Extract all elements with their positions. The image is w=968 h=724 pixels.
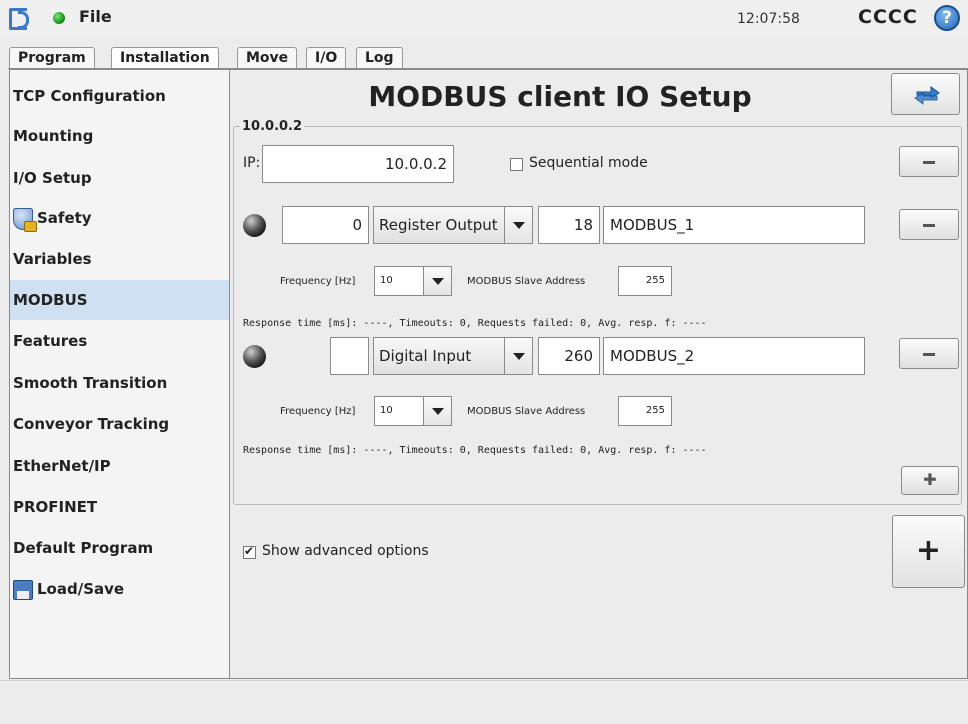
ur-logo-icon — [9, 8, 29, 30]
sidebar-item-conveyor-tracking[interactable]: Conveyor Tracking — [10, 404, 229, 444]
tab-log[interactable]: Log — [356, 47, 403, 69]
sidebar-item-label: PROFINET — [13, 498, 98, 516]
signal-1-frequency-dropdown[interactable]: 10 — [374, 266, 452, 296]
signal-2-frequency-value: 10 — [380, 405, 393, 416]
sidebar-item-label: MODBUS — [13, 291, 88, 309]
signal-2-slave-address-label: MODBUS Slave Address — [467, 406, 586, 417]
signal-1-value-field[interactable]: 0 — [282, 206, 369, 244]
top-bar: File 12:07:58 CCCC ? — [0, 0, 968, 36]
chevron-down-icon — [504, 207, 532, 243]
sidebar-item-smooth-transition[interactable]: Smooth Transition — [10, 363, 229, 403]
add-unit-button[interactable]: + — [892, 515, 965, 588]
sidebar-item-tcp-configuration[interactable]: TCP Configuration — [10, 76, 229, 116]
refresh-button[interactable] — [891, 73, 960, 115]
sidebar-item-profinet[interactable]: PROFINET — [10, 487, 229, 527]
ip-address-field[interactable]: 10.0.0.2 — [262, 145, 454, 183]
bottom-bar — [0, 680, 968, 724]
signal-1-type-value: Register Output — [379, 216, 498, 234]
sidebar-item-label: I/O Setup — [13, 169, 92, 187]
signal-2-address-field[interactable]: 260 — [538, 337, 600, 375]
tab-program[interactable]: Program — [9, 47, 95, 69]
chevron-down-icon — [504, 338, 532, 374]
signal-2-type-dropdown[interactable]: Digital Input — [373, 337, 533, 375]
signal-1-frequency-label: Frequency [Hz] — [280, 276, 356, 287]
sidebar-item-label: EtherNet/IP — [13, 457, 111, 475]
signal-2-type-value: Digital Input — [379, 347, 472, 365]
help-icon[interactable]: ? — [934, 5, 960, 31]
sidebar-item-label: Safety — [37, 209, 92, 227]
sidebar-item-mounting[interactable]: Mounting — [10, 116, 229, 156]
signal-1-address-field[interactable]: 18 — [538, 206, 600, 244]
sequential-mode-label: Sequential mode — [529, 155, 648, 171]
remove-signal-1-button[interactable] — [899, 209, 959, 240]
signal-2-slave-address-field[interactable]: 255 — [618, 396, 672, 426]
robot-name: CCCC — [858, 6, 918, 28]
chevron-down-icon — [423, 267, 451, 295]
signal-2-status-led-icon — [243, 345, 266, 368]
sidebar-item-ethernet-ip[interactable]: EtherNet/IP — [10, 446, 229, 486]
ip-label: IP: — [243, 155, 261, 171]
group-title: 10.0.0.2 — [240, 119, 305, 134]
plus-icon: ✚ — [923, 470, 937, 489]
signal-2-response-status: Response time [ms]: ----, Timeouts: 0, R… — [243, 445, 707, 456]
signal-1-response-status: Response time [ms]: ----, Timeouts: 0, R… — [243, 318, 707, 329]
sequential-mode-checkbox[interactable] — [510, 158, 523, 171]
signal-2-value-field — [330, 337, 369, 375]
robot-status-icon — [53, 12, 65, 24]
sidebar-item-load-save[interactable]: Load/Save — [10, 569, 229, 609]
signal-1-name-field[interactable]: MODBUS_1 — [603, 206, 865, 244]
tab-move[interactable]: Move — [237, 47, 298, 69]
signal-2-name-field[interactable]: MODBUS_2 — [603, 337, 865, 375]
sidebar-item-variables[interactable]: Variables — [10, 239, 229, 279]
signal-2-frequency-dropdown[interactable]: 10 — [374, 396, 452, 426]
sidebar-item-label: Default Program — [13, 539, 154, 557]
chevron-down-icon — [423, 397, 451, 425]
sidebar-item-modbus[interactable]: MODBUS — [10, 280, 229, 320]
refresh-arrows-icon — [914, 86, 940, 105]
sidebar-item-features[interactable]: Features — [10, 321, 229, 361]
signal-1-status-led-icon — [243, 214, 266, 237]
plus-icon: + — [915, 533, 942, 568]
signal-1-frequency-value: 10 — [380, 275, 393, 286]
sidebar-item-label: Smooth Transition — [13, 374, 168, 392]
sidebar: TCP Configuration Mounting I/O Setup Saf… — [9, 69, 230, 679]
page-title: MODBUS client IO Setup — [368, 80, 752, 113]
sidebar-item-label: Load/Save — [37, 580, 125, 598]
sidebar-item-safety[interactable]: Safety — [10, 198, 229, 238]
signal-1-slave-address-field[interactable]: 255 — [618, 266, 672, 296]
floppy-disk-icon — [13, 579, 33, 600]
show-advanced-checkbox[interactable] — [243, 544, 256, 559]
sidebar-item-label: Conveyor Tracking — [13, 415, 170, 433]
remove-signal-2-button[interactable] — [899, 338, 959, 369]
sidebar-item-label: Mounting — [13, 127, 94, 145]
sidebar-item-label: Variables — [13, 250, 92, 268]
remove-unit-button[interactable] — [899, 146, 959, 177]
signal-1-type-dropdown[interactable]: Register Output — [373, 206, 533, 244]
file-menu[interactable]: File — [79, 7, 112, 26]
sidebar-item-label: TCP Configuration — [13, 87, 166, 105]
tab-installation[interactable]: Installation — [111, 47, 219, 69]
add-signal-button[interactable]: ✚ — [901, 466, 959, 495]
signal-1-slave-address-label: MODBUS Slave Address — [467, 276, 586, 287]
show-advanced-label: Show advanced options — [262, 543, 429, 559]
signal-2-frequency-label: Frequency [Hz] — [280, 406, 356, 417]
tab-io[interactable]: I/O — [306, 47, 347, 69]
sidebar-item-label: Features — [13, 332, 88, 350]
sidebar-item-io-setup[interactable]: I/O Setup — [10, 158, 229, 198]
sidebar-item-default-program[interactable]: Default Program — [10, 528, 229, 568]
shield-lock-icon — [13, 207, 37, 232]
clock: 12:07:58 — [737, 11, 800, 27]
